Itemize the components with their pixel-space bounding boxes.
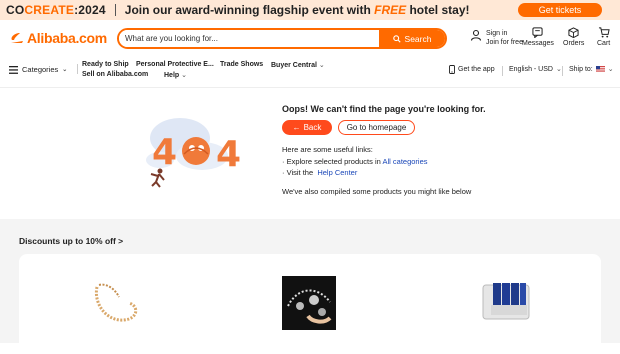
error-title: Oops! We can't find the page you're look…	[282, 104, 486, 114]
error-section: 4 4 Oops! We can't find the page you're …	[0, 88, 620, 219]
menu-icon	[9, 65, 18, 74]
back-label: Back	[303, 123, 322, 132]
all-categories-link[interactable]: All categories	[382, 157, 427, 166]
recommendation-note: We've also compiled some products you mi…	[282, 186, 472, 196]
chevron-down-icon: ⌄	[318, 62, 325, 69]
signin-link[interactable]: Sign in Join for free	[470, 29, 523, 47]
orders-button[interactable]: Orders	[563, 27, 584, 47]
nav-divider	[77, 64, 78, 74]
chevron-down-icon: ⌄	[607, 66, 614, 73]
language-label: English - USD	[509, 65, 553, 73]
help-label: Help	[164, 72, 180, 79]
trade-shows-link[interactable]: Trade Shows	[220, 61, 263, 68]
buyer-central-label: Buyer Central	[271, 62, 317, 69]
recommendations-section: Discounts up to 10% off >	[0, 219, 620, 354]
ppe-link[interactable]: Personal Protective E...	[136, 61, 214, 68]
products-card	[19, 254, 601, 354]
product-jewelry-image[interactable]	[282, 276, 336, 330]
back-button[interactable]: ← Back	[282, 120, 332, 135]
ship-to-label: Ship to:	[569, 65, 593, 73]
product-lighter-case-image[interactable]	[479, 275, 533, 329]
language-currency-menu[interactable]: English - USD ⌄	[509, 65, 562, 74]
help-menu[interactable]: Help ⌄	[164, 71, 187, 79]
nav-divider	[502, 66, 503, 76]
join-free-label: Join for free	[486, 39, 523, 46]
explore-line: · Explore selected products in All categ…	[282, 156, 486, 168]
messages-label: Messages	[522, 40, 554, 47]
svg-text:4: 4	[152, 132, 177, 173]
signin-label: Sign in	[486, 30, 508, 37]
get-tickets-button[interactable]: Get tickets	[518, 3, 602, 17]
cart-button[interactable]: Cart	[597, 27, 610, 47]
nav-divider	[562, 66, 563, 76]
logo-text: Alibaba.com	[27, 30, 107, 46]
error-message-block: Oops! We can't find the page you're look…	[282, 104, 486, 196]
messages-button[interactable]: Messages	[522, 27, 554, 47]
phone-icon	[449, 65, 455, 74]
nav-bar: Categories ⌄ Ready to Ship Sell on Aliba…	[0, 58, 620, 88]
get-app-label: Get the app	[458, 66, 495, 73]
404-illustration-icon: 4 4	[146, 118, 241, 188]
cart-label: Cart	[597, 40, 611, 47]
categories-label: Categories	[22, 65, 59, 74]
svg-text:4: 4	[216, 134, 241, 175]
get-app-link[interactable]: Get the app	[449, 65, 495, 74]
search-icon	[392, 34, 401, 43]
search-input[interactable]	[119, 30, 379, 47]
orders-icon	[568, 27, 579, 38]
buyer-central-menu[interactable]: Buyer Central ⌄	[271, 61, 325, 69]
visit-line: · Visit the Help Center	[282, 167, 486, 179]
cocreate-logo: COCREATE:2024	[6, 3, 106, 17]
visit-prefix: · Visit the	[282, 168, 316, 177]
arrow-left-icon: ←	[292, 123, 301, 132]
orders-label: Orders	[563, 40, 585, 47]
promo-banner[interactable]: COCREATE:2024 Join our award-winning fla…	[0, 0, 620, 20]
product-chain-image[interactable]	[89, 275, 143, 329]
promo-text: Join our award-winning flagship event wi…	[124, 3, 470, 17]
alibaba-logo[interactable]: Alibaba.com	[9, 30, 107, 46]
user-icon	[470, 29, 482, 41]
go-to-homepage-button[interactable]: Go to homepage	[338, 120, 415, 135]
search-bar: Search	[117, 28, 447, 49]
alibaba-logo-icon	[11, 33, 23, 43]
cart-icon	[598, 27, 610, 38]
discounts-heading[interactable]: Discounts up to 10% off >	[19, 236, 123, 246]
chevron-down-icon: ⌄	[181, 72, 187, 79]
us-flag-icon	[595, 66, 605, 72]
help-center-link[interactable]: Help Center	[317, 168, 357, 177]
ship-to-menu[interactable]: Ship to: ⌄	[569, 65, 614, 74]
header: Alibaba.com Search Sign in Join for free…	[0, 20, 620, 58]
chevron-down-icon: ⌄	[555, 66, 562, 73]
search-button[interactable]: Search	[379, 30, 445, 47]
ready-to-ship-link[interactable]: Ready to Ship	[82, 61, 129, 68]
categories-menu[interactable]: Categories ⌄	[9, 65, 67, 74]
chevron-down-icon: ⌄	[62, 67, 68, 73]
message-icon	[532, 27, 544, 38]
useful-links-intro: Here are some useful links:	[282, 145, 373, 154]
explore-prefix: · Explore selected products in	[282, 156, 383, 166]
search-button-label: Search	[404, 33, 432, 44]
sell-on-alibaba-link[interactable]: Sell on Alibaba.com	[82, 71, 148, 78]
promo-divider	[114, 4, 116, 16]
